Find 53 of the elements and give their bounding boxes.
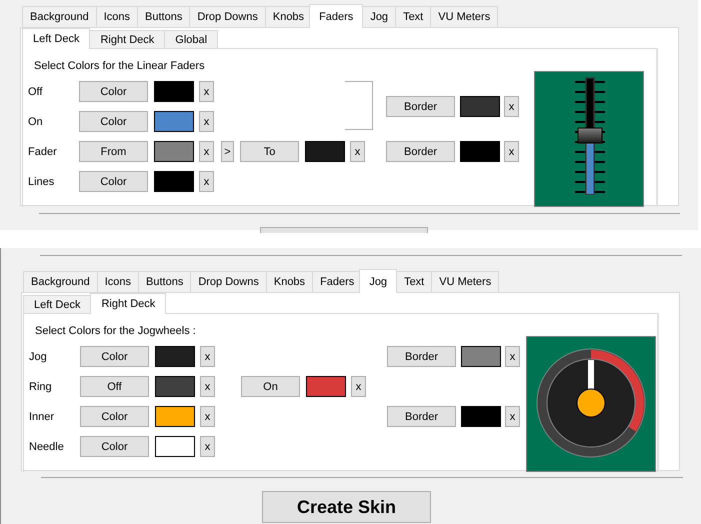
color-button[interactable]: Border <box>386 96 455 117</box>
section-heading: Select Colors for the Linear Faders <box>33 59 206 73</box>
color-button[interactable]: Color <box>79 111 148 132</box>
sub-tab[interactable]: Right Deck <box>89 30 166 48</box>
tab[interactable]: VU Meters <box>431 271 500 292</box>
color-button[interactable]: Off <box>80 376 149 397</box>
tab[interactable]: Jog <box>359 269 398 293</box>
color-button[interactable]: From <box>79 141 148 162</box>
color-button[interactable]: Border <box>386 141 455 162</box>
color-button[interactable]: Color <box>79 171 148 192</box>
row-label: Jog <box>29 350 48 362</box>
row-label: On <box>28 116 44 128</box>
row-label: Inner <box>29 410 56 422</box>
bracket-line <box>345 81 373 130</box>
color-button[interactable]: Color <box>80 406 149 427</box>
row-label: Lines <box>28 176 56 188</box>
clear-button[interactable]: x <box>199 141 214 162</box>
tab[interactable]: Background <box>22 6 97 27</box>
tab[interactable]: Background <box>23 271 98 292</box>
clear-button[interactable]: x <box>351 376 366 397</box>
color-button[interactable]: Color <box>80 346 149 367</box>
color-button[interactable]: On <box>241 376 300 397</box>
clear-button[interactable]: x <box>505 406 520 427</box>
clear-button[interactable]: x <box>199 111 214 132</box>
color-button[interactable]: Color <box>79 81 148 102</box>
color-button[interactable]: Border <box>387 346 456 367</box>
clear-button[interactable]: x <box>200 406 215 427</box>
color-button[interactable]: Border <box>387 406 456 427</box>
row-label: Off <box>28 86 44 98</box>
create-skin-button[interactable]: Create Skin <box>262 491 431 523</box>
color-button[interactable]: To <box>240 141 299 162</box>
clear-button[interactable]: x <box>199 81 214 102</box>
cut-off-button[interactable] <box>260 227 428 233</box>
clear-button[interactable]: x <box>199 171 214 192</box>
clear-button[interactable]: x <box>350 141 365 162</box>
clear-button[interactable]: x <box>504 96 519 117</box>
row-label: Ring <box>29 380 53 392</box>
clear-button[interactable]: x <box>505 346 520 367</box>
sub-tab[interactable]: Left Deck <box>23 295 92 313</box>
next-button[interactable]: > <box>221 141 234 162</box>
tab[interactable]: VU Meters <box>430 6 498 27</box>
sub-tab[interactable]: Left Deck <box>22 28 90 49</box>
clear-button[interactable]: x <box>200 376 215 397</box>
clear-button[interactable]: x <box>200 346 215 367</box>
row-label: Needle <box>29 440 65 452</box>
clear-button[interactable]: x <box>200 436 215 457</box>
tab[interactable]: Faders <box>309 4 364 28</box>
clear-button[interactable]: x <box>504 141 519 162</box>
color-button[interactable]: Color <box>80 436 149 457</box>
section-heading: Select Colors for the Jogwheels : <box>34 324 197 338</box>
row-label: Fader <box>28 146 58 158</box>
sub-tab[interactable]: Global <box>164 30 218 48</box>
sub-tab[interactable]: Right Deck <box>90 293 166 314</box>
